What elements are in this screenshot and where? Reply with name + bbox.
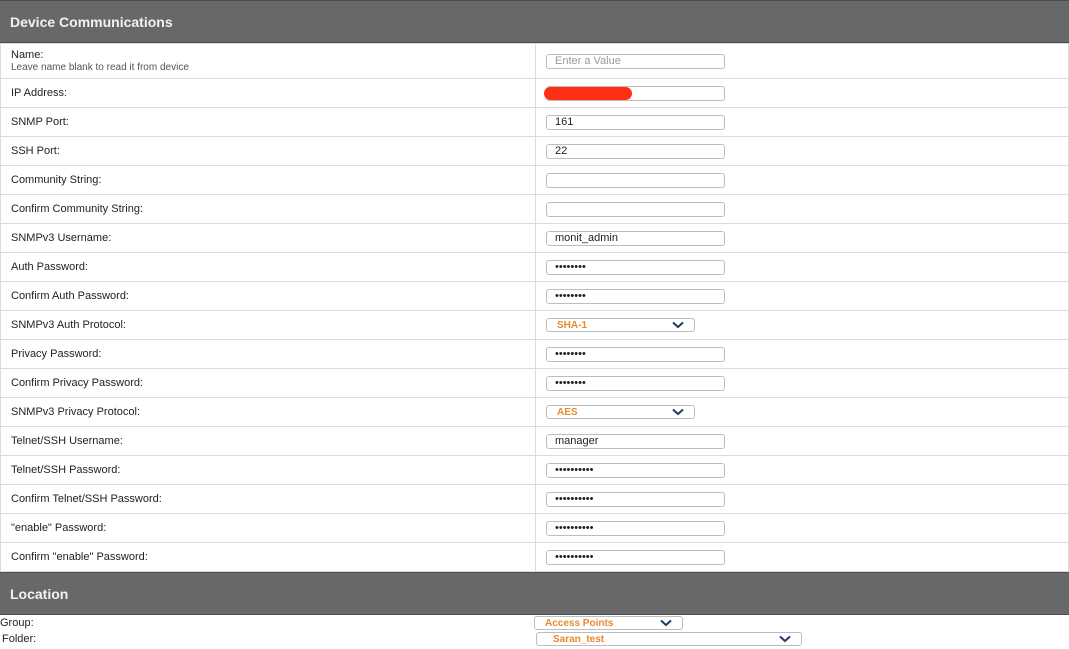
confirm-enable-password-input[interactable]	[546, 549, 725, 565]
telnet-password-input[interactable]	[546, 462, 725, 478]
telnet-password-label: Telnet/SSH Password:	[0, 455, 536, 485]
form-row-auth-protocol: SNMPv3 Auth Protocol: SHA-1	[0, 310, 1069, 340]
auth-protocol-label: SNMPv3 Auth Protocol:	[0, 310, 536, 340]
form-row-name: Name: Leave name blank to read it from d…	[0, 43, 1069, 79]
group-row: Group: Access Points	[0, 615, 1069, 631]
ssh-port-input[interactable]	[546, 143, 725, 159]
auth-password-input[interactable]	[546, 259, 725, 275]
form-row-confirm-privacy-password: Confirm Privacy Password:	[0, 368, 1069, 398]
ip-label: IP Address:	[0, 78, 536, 108]
form-row-auth-password: Auth Password:	[0, 252, 1069, 282]
form-row-telnet-username: Telnet/SSH Username:	[0, 426, 1069, 456]
section-title: Location	[10, 585, 69, 602]
community-string-label: Community String:	[0, 165, 536, 195]
snmp-port-label: SNMP Port:	[0, 107, 536, 137]
form-row-ssh-port: SSH Port:	[0, 136, 1069, 166]
name-label: Name:	[11, 49, 44, 61]
auth-protocol-select[interactable]: SHA-1	[546, 318, 695, 332]
device-communications-header: Device Communications	[0, 0, 1069, 43]
snmpv3-username-label: SNMPv3 Username:	[0, 223, 536, 253]
location-form: Group: Access Points Folder: Saran_test	[0, 615, 1069, 649]
chevron-down-icon	[672, 321, 684, 329]
ip-field-wrapper	[544, 85, 725, 101]
auth-protocol-value: SHA-1	[557, 319, 588, 331]
snmpv3-username-input[interactable]	[546, 230, 725, 246]
form-row-confirm-enable-password: Confirm "enable" Password:	[0, 542, 1069, 572]
name-hint: Leave name blank to read it from device	[11, 62, 189, 73]
form-row-privacy-password: Privacy Password:	[0, 339, 1069, 369]
snmp-port-input[interactable]	[546, 114, 725, 130]
form-row-confirm-auth-password: Confirm Auth Password:	[0, 281, 1069, 311]
redaction-mark	[544, 86, 632, 100]
group-label: Group:	[0, 617, 34, 629]
device-communications-form: Name: Leave name blank to read it from d…	[0, 43, 1069, 572]
ssh-port-label: SSH Port:	[0, 136, 536, 166]
folder-label: Folder:	[2, 633, 37, 645]
chevron-down-icon	[660, 619, 672, 627]
folder-value: Saran_test	[553, 633, 605, 645]
section-title: Device Communications	[10, 13, 173, 30]
form-row-privacy-protocol: SNMPv3 Privacy Protocol: AES	[0, 397, 1069, 427]
form-row-snmp-port: SNMP Port:	[0, 107, 1069, 137]
form-row-telnet-password: Telnet/SSH Password:	[0, 455, 1069, 485]
privacy-protocol-select[interactable]: AES	[546, 405, 695, 419]
privacy-password-input[interactable]	[546, 346, 725, 362]
form-row-confirm-telnet-password: Confirm Telnet/SSH Password:	[0, 484, 1069, 514]
chevron-down-icon	[672, 408, 684, 416]
name-label-cell: Name: Leave name blank to read it from d…	[0, 43, 536, 79]
confirm-enable-password-label: Confirm "enable" Password:	[0, 542, 536, 572]
confirm-telnet-password-input[interactable]	[546, 491, 725, 507]
confirm-privacy-password-input[interactable]	[546, 375, 725, 391]
telnet-username-label: Telnet/SSH Username:	[0, 426, 536, 456]
auth-password-label: Auth Password:	[0, 252, 536, 282]
confirm-community-label: Confirm Community String:	[0, 194, 536, 224]
community-string-input[interactable]	[546, 172, 725, 188]
privacy-protocol-value: AES	[557, 406, 578, 418]
form-row-ip: IP Address:	[0, 78, 1069, 108]
confirm-auth-password-label: Confirm Auth Password:	[0, 281, 536, 311]
confirm-privacy-password-label: Confirm Privacy Password:	[0, 368, 536, 398]
privacy-password-label: Privacy Password:	[0, 339, 536, 369]
confirm-telnet-password-label: Confirm Telnet/SSH Password:	[0, 484, 536, 514]
location-header: Location	[0, 572, 1069, 615]
form-row-enable-password: "enable" Password:	[0, 513, 1069, 543]
enable-password-label: "enable" Password:	[0, 513, 536, 543]
privacy-protocol-label: SNMPv3 Privacy Protocol:	[0, 397, 536, 427]
confirm-community-input[interactable]	[546, 201, 725, 217]
enable-password-input[interactable]	[546, 520, 725, 536]
form-row-confirm-community: Confirm Community String:	[0, 194, 1069, 224]
chevron-down-icon	[779, 635, 791, 643]
group-value: Access Points	[545, 617, 614, 629]
name-input[interactable]	[546, 53, 725, 69]
form-row-community: Community String:	[0, 165, 1069, 195]
folder-select[interactable]: Saran_test	[536, 632, 802, 646]
confirm-auth-password-input[interactable]	[546, 288, 725, 304]
group-select[interactable]: Access Points	[534, 616, 683, 630]
form-row-snmpv3-username: SNMPv3 Username:	[0, 223, 1069, 253]
telnet-username-input[interactable]	[546, 433, 725, 449]
